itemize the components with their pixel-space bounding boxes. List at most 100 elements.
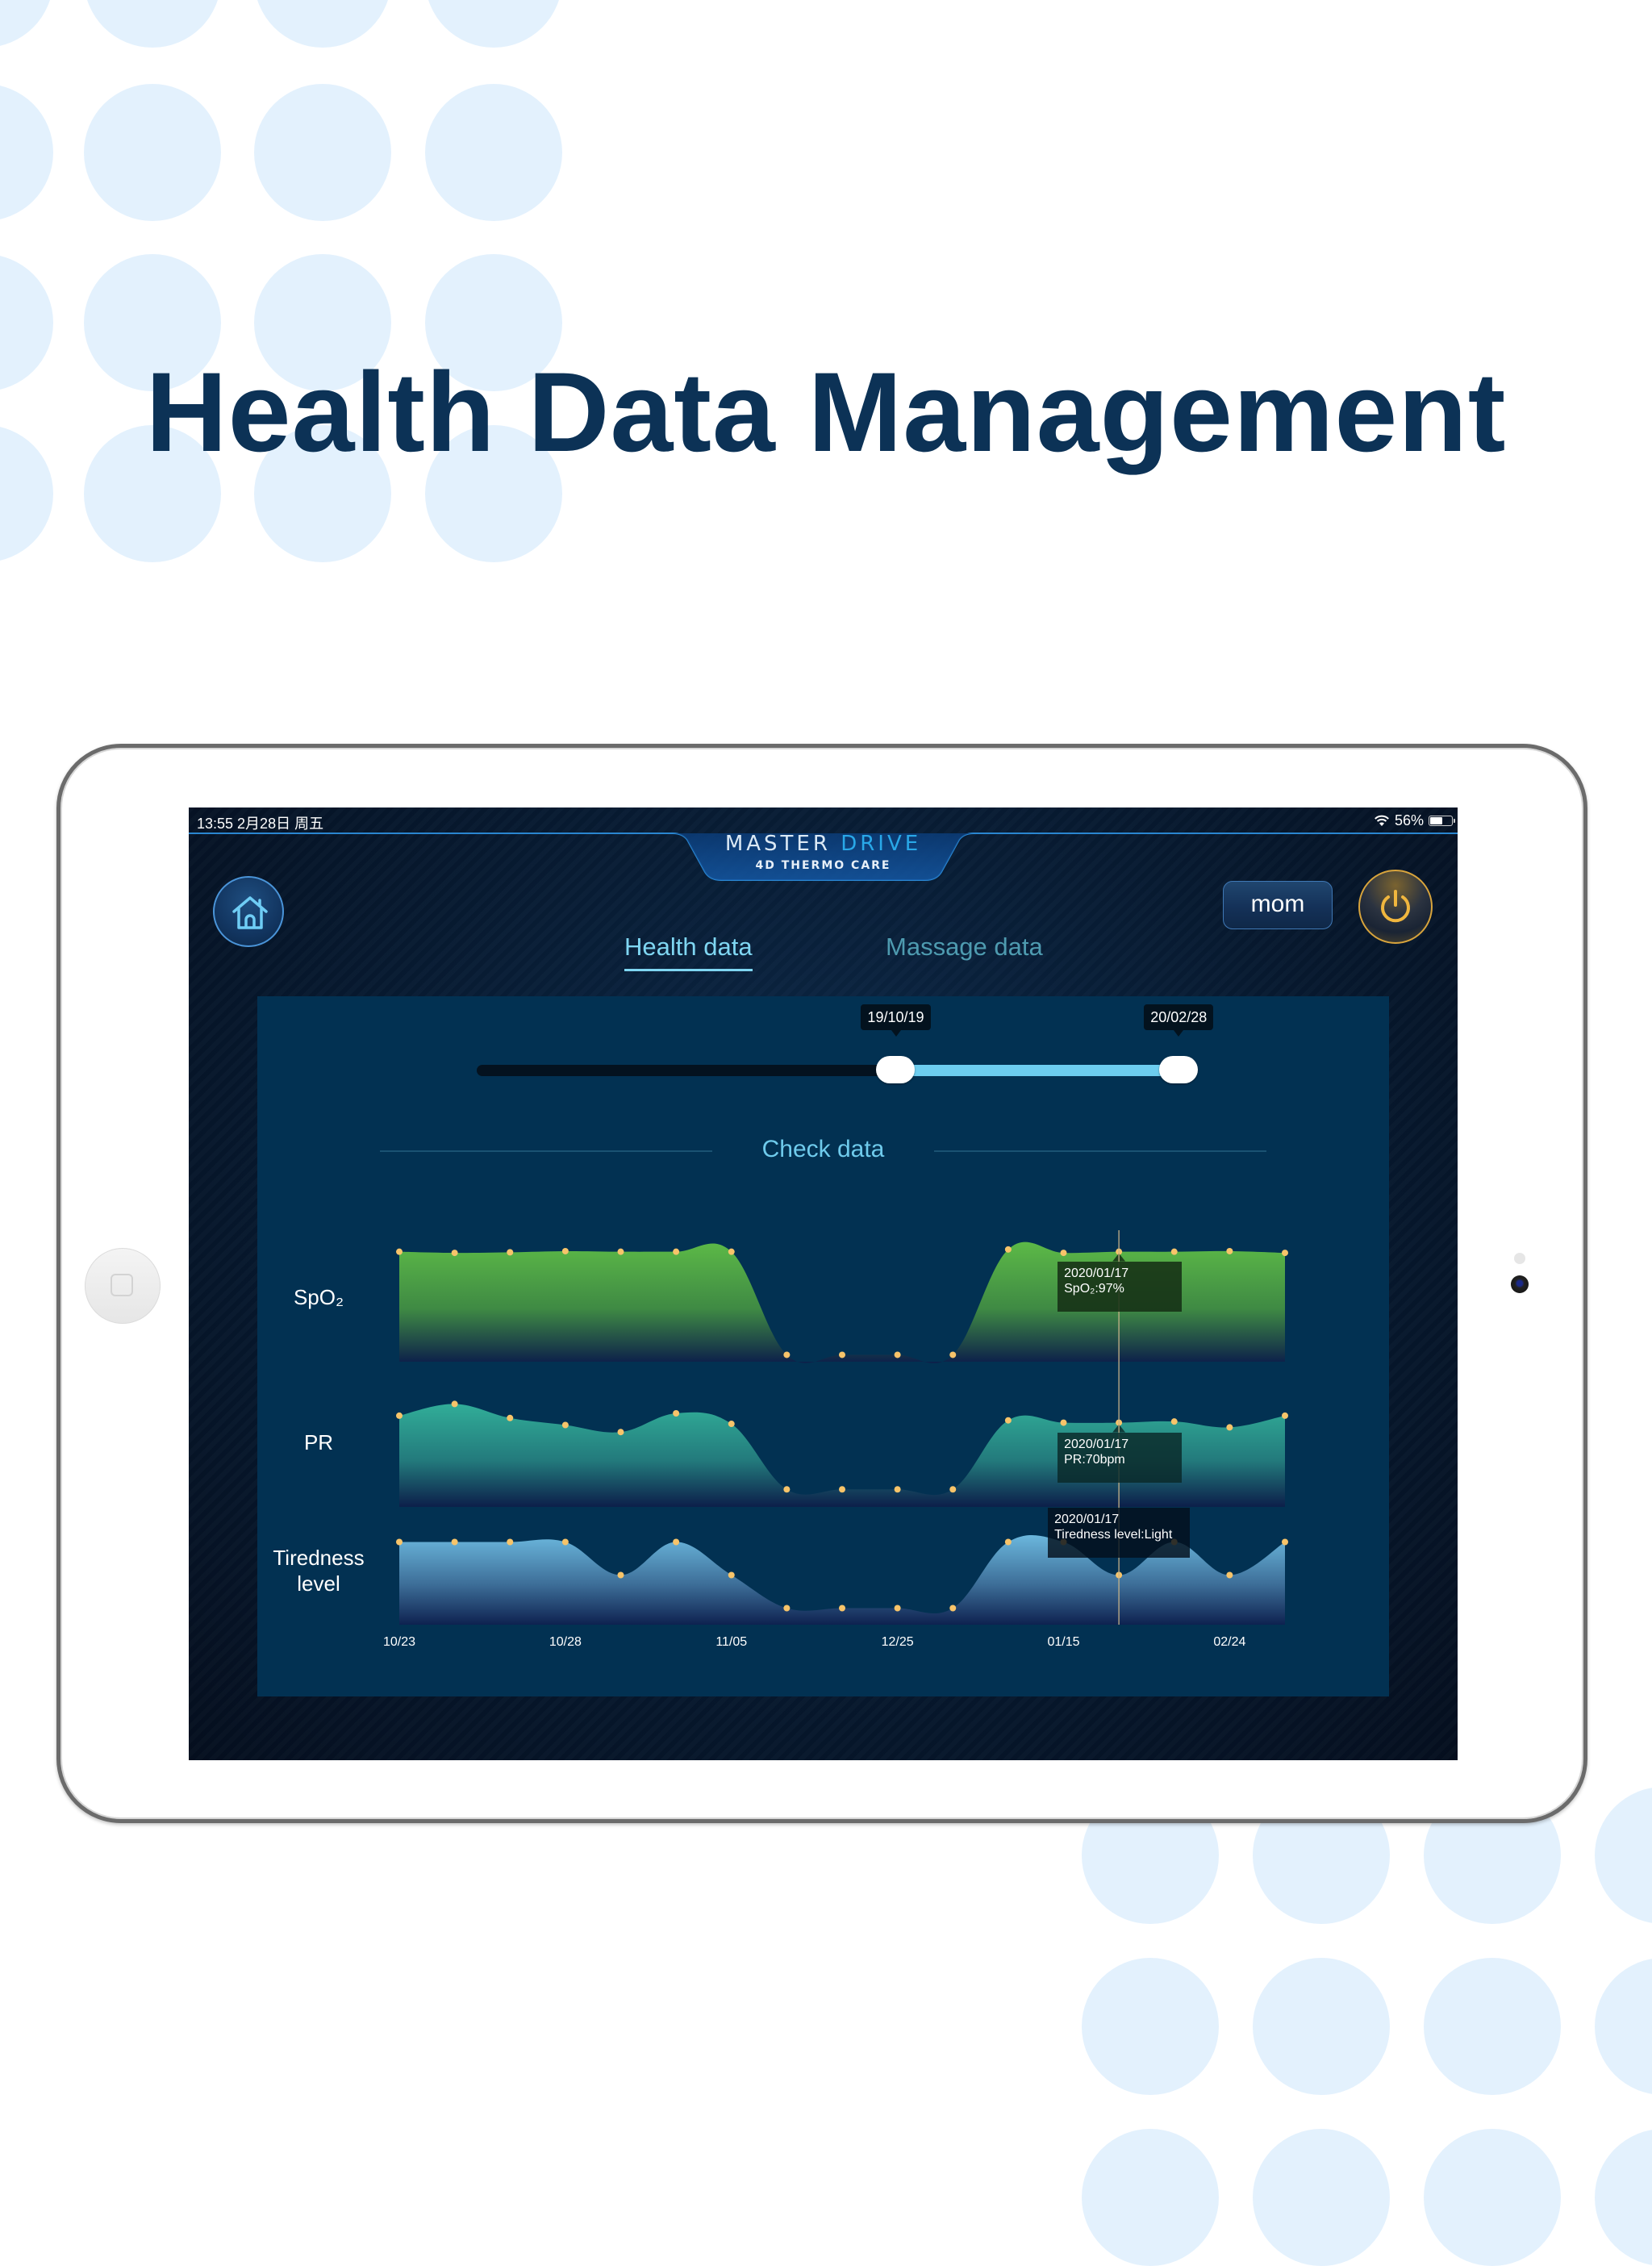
- data-point: [728, 1571, 735, 1579]
- x-tick-label: 10/28: [549, 1635, 582, 1649]
- data-point: [617, 1248, 624, 1255]
- data-point: [396, 1248, 403, 1255]
- data-point: [1004, 1417, 1012, 1424]
- data-point: [673, 1248, 680, 1255]
- brand-title-drive: DRIVE: [841, 832, 922, 856]
- tooltip-date: 2020/01/17: [1054, 1513, 1120, 1526]
- data-point: [1226, 1424, 1233, 1431]
- tab-health-data-label: Health data: [624, 933, 753, 961]
- data-point: [507, 1249, 514, 1256]
- data-point: [1170, 1248, 1178, 1255]
- data-tooltip: 2020/01/17 Tiredness level:Light: [1048, 1508, 1191, 1558]
- data-point: [1226, 1571, 1233, 1579]
- tooltip-value: PR:70bpm: [1064, 1452, 1125, 1467]
- background-dot: [425, 84, 562, 221]
- tablet-camera: [1511, 1275, 1529, 1293]
- data-tooltip: 2020/01/17 PR:70bpm: [1058, 1432, 1183, 1483]
- data-point: [1282, 1412, 1288, 1419]
- x-tick-label: 12/25: [881, 1635, 914, 1649]
- data-point: [728, 1421, 735, 1428]
- background-dot: [254, 0, 391, 48]
- battery-percent: 56%: [1394, 812, 1424, 828]
- background-dot: [84, 0, 221, 48]
- data-point: [783, 1486, 791, 1493]
- background-dot: [1082, 1958, 1219, 2095]
- background-dot: [425, 0, 562, 48]
- data-point: [396, 1538, 403, 1546]
- background-dot: [1424, 2129, 1561, 2266]
- data-point: [949, 1605, 957, 1612]
- data-point: [1170, 1418, 1178, 1425]
- brand-title: MASTER DRIVE: [189, 832, 1458, 856]
- data-point: [561, 1247, 569, 1254]
- data-point: [561, 1421, 569, 1429]
- data-point: [839, 1351, 845, 1358]
- background-dot: [1082, 2129, 1219, 2266]
- data-point: [1226, 1247, 1233, 1254]
- background-dot: [0, 84, 53, 221]
- status-indicators: 56%: [1374, 812, 1455, 829]
- data-point: [728, 1248, 735, 1255]
- wifi-icon: [1375, 815, 1389, 826]
- tablet-sensor: [1514, 1253, 1525, 1264]
- tooltip-date: 2020/01/17: [1064, 1437, 1129, 1451]
- active-tab-indicator: [624, 969, 753, 971]
- background-dot: [84, 84, 221, 221]
- power-button[interactable]: [1358, 870, 1433, 944]
- x-tick-label: 10/23: [382, 1635, 416, 1649]
- background-dot: [1595, 2129, 1652, 2266]
- tab-massage-data[interactable]: Massage data: [886, 933, 1043, 962]
- x-tick-label: 02/24: [1213, 1635, 1246, 1649]
- data-point: [396, 1412, 403, 1419]
- data-point: [949, 1486, 957, 1493]
- series-label: Tiredness level: [273, 1546, 365, 1596]
- data-tooltip: 2020/01/17 SpO₂:97%: [1058, 1261, 1183, 1312]
- data-point: [1004, 1538, 1012, 1546]
- data-point: [1282, 1250, 1288, 1257]
- tooltip-date: 2020/01/17: [1064, 1266, 1129, 1280]
- status-time-date: 13:55 2月28日 周五: [197, 816, 324, 832]
- data-point: [783, 1351, 791, 1358]
- status-bar: 13:55 2月28日 周五 56%: [189, 807, 1458, 833]
- data-point: [507, 1414, 514, 1421]
- data-point: [561, 1538, 569, 1546]
- tooltip-value: Tiredness level:Light: [1054, 1528, 1173, 1542]
- home-button[interactable]: [213, 876, 284, 947]
- data-point: [507, 1538, 514, 1546]
- data-point: [1282, 1538, 1288, 1546]
- tooltip-value: SpO₂:97%: [1064, 1281, 1124, 1296]
- health-data-panel: 19/10/19 20/02/28 Check data SpO₂ 2020/01…: [257, 996, 1389, 1696]
- power-icon: [1381, 890, 1410, 923]
- app-screen: 13:55 2月28日 周五 56% MASTER DRIVE 4D THERM…: [189, 807, 1458, 1760]
- brand-subtitle: 4D THERMO CARE: [755, 859, 891, 872]
- data-point: [1060, 1419, 1067, 1426]
- data-point: [894, 1605, 901, 1612]
- series-label: SpO₂: [293, 1285, 344, 1309]
- data-point: [894, 1351, 901, 1358]
- page-headline: Health Data Management: [145, 348, 1507, 475]
- data-point: [949, 1351, 957, 1358]
- background-dot: [1253, 1958, 1390, 2095]
- background-dot: [1595, 1787, 1652, 1924]
- data-point: [451, 1250, 458, 1257]
- series-label: PR: [303, 1430, 334, 1454]
- background-dot: [254, 84, 391, 221]
- data-point: [839, 1486, 845, 1493]
- data-point: [617, 1571, 624, 1579]
- background-dot: [1253, 2129, 1390, 2266]
- data-point: [783, 1605, 791, 1612]
- home-icon: [232, 896, 268, 929]
- x-tick-label: 11/05: [715, 1635, 748, 1649]
- battery-icon: [1429, 816, 1455, 826]
- tab-health-data[interactable]: Health data: [624, 933, 753, 971]
- data-point: [673, 1538, 680, 1546]
- data-point: [894, 1486, 901, 1493]
- data-point: [617, 1429, 624, 1436]
- data-point: [451, 1400, 458, 1408]
- data-point: [1004, 1246, 1012, 1253]
- health-charts: [396, 1230, 1288, 1625]
- background-dot: [1424, 1958, 1561, 2095]
- background-dot: [1595, 1958, 1652, 2095]
- data-point: [673, 1410, 680, 1417]
- user-profile-button[interactable]: mom: [1223, 881, 1333, 929]
